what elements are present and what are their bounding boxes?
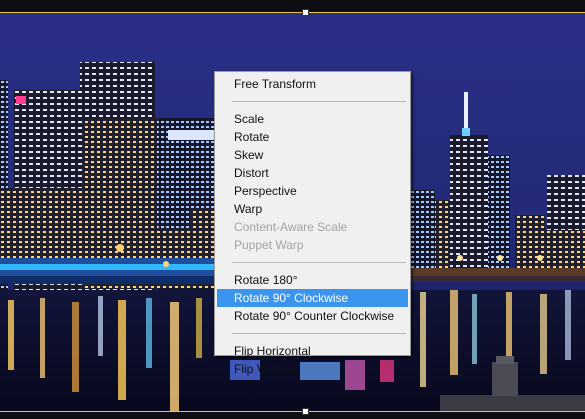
menu-item-puppet-warp: Puppet Warp bbox=[234, 238, 304, 252]
menu-item-skew[interactable]: Skew bbox=[217, 146, 408, 164]
transform-handle-bottom-center[interactable] bbox=[302, 408, 309, 415]
menu-separator bbox=[232, 262, 406, 263]
menu-item-flip-vertical[interactable]: Flip Vertical bbox=[217, 360, 408, 378]
menu-item-rotate-90-clockwise[interactable]: Rotate 90° Clockwise bbox=[217, 289, 408, 307]
menu-item-rotate[interactable]: Rotate bbox=[217, 128, 408, 146]
menu-item-flip-horizontal[interactable]: Flip Horizontal bbox=[217, 342, 408, 360]
menu-separator bbox=[232, 333, 406, 334]
menu-item-content-aware-scale: Content-Aware Scale bbox=[234, 220, 348, 234]
menu-item-scale[interactable]: Scale bbox=[217, 110, 408, 128]
transform-context-menu: Free Transform Scale Rotate Skew Distort Pers… bbox=[214, 71, 411, 376]
menu-item-warp[interactable]: Warp bbox=[217, 200, 408, 218]
menu-item-distort[interactable]: Distort bbox=[217, 164, 408, 182]
menu-separator bbox=[232, 101, 406, 102]
menu-item-rotate-90-counter-clockwise[interactable]: Rotate 90° Counter Clockwise bbox=[217, 307, 408, 325]
menu-item-rotate-180[interactable]: Rotate 180° bbox=[217, 271, 408, 289]
menu-item-free-transform[interactable]: Free Transform bbox=[217, 75, 408, 93]
menu-item-perspective[interactable]: Perspective bbox=[217, 182, 408, 200]
transform-handle-top-center[interactable] bbox=[302, 9, 309, 16]
